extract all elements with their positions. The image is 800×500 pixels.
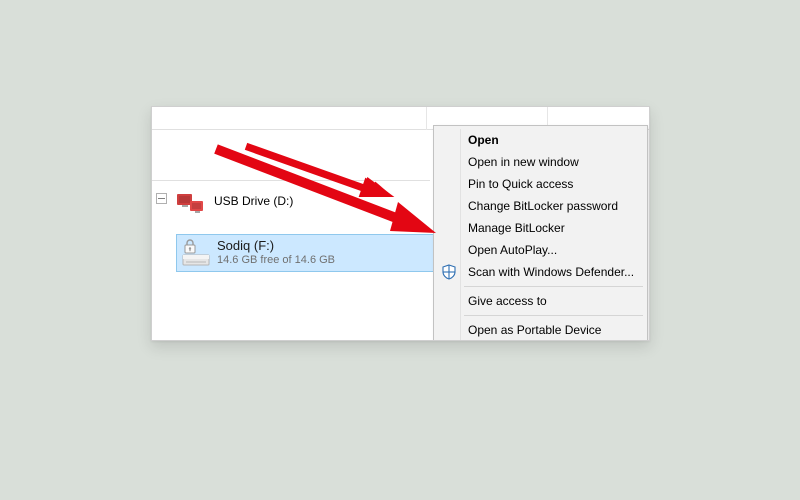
region-divider: [152, 180, 430, 181]
defender-shield-icon: [441, 264, 457, 280]
menu-label-open: Open: [468, 133, 499, 147]
menu-label-open-new-window: Open in new window: [468, 155, 579, 169]
menu-item-open-new-window[interactable]: Open in new window: [436, 151, 645, 173]
menu-item-scan-defender[interactable]: Scan with Windows Defender...: [436, 261, 645, 283]
menu-item-change-bitlocker-password[interactable]: Change BitLocker password: [436, 195, 645, 217]
drive-item-usb-d[interactable]: USB Drive (D:): [176, 189, 428, 217]
menu-item-pin-quick-access[interactable]: Pin to Quick access: [436, 173, 645, 195]
menu-separator-2: [464, 315, 643, 316]
menu-label-give-access-to: Give access to: [468, 294, 547, 308]
menu-label-manage-bitlocker: Manage BitLocker: [468, 221, 565, 235]
menu-item-manage-bitlocker[interactable]: Manage BitLocker: [436, 217, 645, 239]
locked-drive-icon: [181, 239, 213, 269]
menu-item-open-autoplay[interactable]: Open AutoPlay...: [436, 239, 645, 261]
drive-d-label: USB Drive (D:): [214, 194, 293, 208]
drive-f-label: Sodiq (F:): [217, 238, 274, 253]
menu-item-give-access-to[interactable]: Give access to: [436, 290, 645, 312]
menu-item-open-portable-device[interactable]: Open as Portable Device: [436, 319, 645, 341]
menu-separator-1: [464, 286, 643, 287]
drive-context-menu: Open Open in new window Pin to Quick acc…: [433, 125, 648, 341]
usb-drive-icon: [176, 191, 208, 215]
drive-item-sodiq-f[interactable]: Sodiq (F:) 14.6 GB free of 14.6 GB: [176, 234, 434, 272]
menu-label-pin-quick-access: Pin to Quick access: [468, 177, 573, 191]
menu-label-change-bitlocker-pw: Change BitLocker password: [468, 199, 618, 213]
menu-label-open-portable-device: Open as Portable Device: [468, 323, 601, 337]
menu-label-scan-defender: Scan with Windows Defender...: [468, 265, 634, 279]
explorer-window: USB Drive (D:) Sodiq (F:) 14.6 GB free o…: [151, 106, 650, 341]
menu-item-open[interactable]: Open: [436, 129, 645, 151]
drive-f-subtext: 14.6 GB free of 14.6 GB: [217, 254, 335, 266]
tree-expand-toggle[interactable]: [156, 193, 167, 204]
menu-label-open-autoplay: Open AutoPlay...: [468, 243, 557, 257]
